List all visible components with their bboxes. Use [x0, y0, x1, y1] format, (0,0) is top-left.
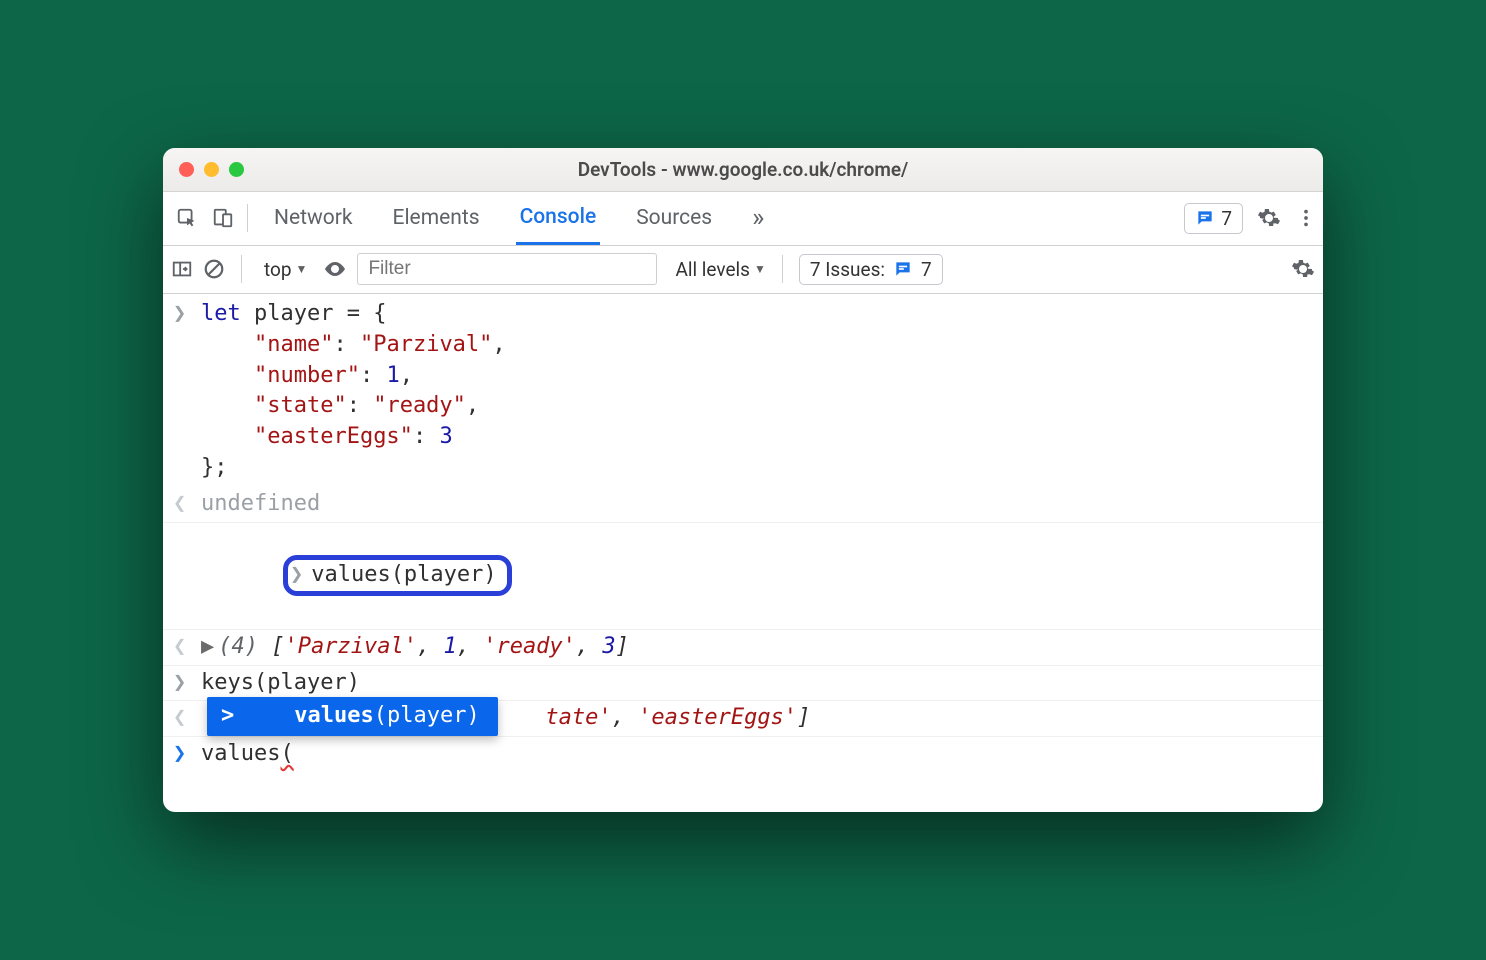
- gutter-spacer: [173, 525, 201, 627]
- tab-network[interactable]: Network: [270, 192, 357, 245]
- filter-input-wrap: [357, 253, 657, 285]
- device-toolbar-icon[interactable]: [205, 207, 241, 229]
- messages-pill[interactable]: 7: [1184, 203, 1243, 234]
- console-sidebar-toggle-icon[interactable]: [171, 258, 193, 280]
- console-output-row[interactable]: ▶(4) ['Parzival', 1, 'ready', 3]: [163, 629, 1323, 665]
- inspect-element-icon[interactable]: [169, 207, 205, 229]
- tab-console[interactable]: Console: [516, 192, 601, 245]
- console-input-row: keys(player): [163, 665, 1323, 701]
- panel-tabs: Network Elements Console Sources »: [270, 192, 768, 245]
- tab-elements[interactable]: Elements: [389, 192, 484, 245]
- separator: [782, 255, 783, 283]
- message-icon: [893, 259, 913, 279]
- window-title: DevTools - www.google.co.uk/chrome/: [163, 158, 1323, 181]
- toolbar-right-group: 7: [1184, 203, 1317, 234]
- issues-pill[interactable]: 7 Issues: 7: [799, 254, 943, 285]
- chevron-down-icon: ▼: [754, 262, 766, 276]
- input-chevron-icon: [173, 668, 201, 699]
- chevron-down-icon: ▼: [296, 262, 308, 276]
- separator: [241, 255, 242, 283]
- live-expression-eye-icon[interactable]: [323, 257, 347, 281]
- output-chevron-icon: [173, 703, 201, 734]
- main-toolbar: Network Elements Console Sources » 7: [163, 192, 1323, 246]
- devtools-window: DevTools - www.google.co.uk/chrome/ Netw…: [163, 148, 1323, 812]
- log-levels-selector[interactable]: All levels ▼: [675, 258, 765, 281]
- output-chevron-icon: [173, 632, 201, 663]
- kebab-menu-icon[interactable]: [1295, 207, 1317, 229]
- console-input-row: let player = { "name": "Parzival", "numb…: [163, 296, 1323, 486]
- clear-console-icon[interactable]: [203, 258, 225, 280]
- console-output-row[interactable]: ▶(4) ['name', 'number', 'state', 'easter…: [163, 700, 1323, 736]
- console-input-row-highlighted: ❯values(player): [163, 522, 1323, 629]
- array-output: ▶(4) ['Parzival', 1, 'ready', 3]: [201, 632, 1309, 663]
- console-output-row: undefined: [163, 486, 1323, 522]
- message-icon: [1195, 208, 1215, 228]
- undefined-output: undefined: [201, 489, 1309, 520]
- prompt-chevron-icon: [173, 739, 201, 770]
- issues-label: 7 Issues:: [810, 258, 885, 281]
- console-output[interactable]: let player = { "name": "Parzival", "numb…: [163, 294, 1323, 812]
- messages-count: 7: [1221, 207, 1232, 230]
- context-label: top: [264, 258, 292, 281]
- filter-input[interactable]: [357, 253, 657, 285]
- issues-count: 7: [921, 258, 932, 281]
- input-chevron-icon: [173, 299, 201, 484]
- code-line: keys(player): [201, 668, 1309, 699]
- live-input[interactable]: values(: [201, 739, 1309, 770]
- tab-overflow-icon[interactable]: »: [748, 192, 768, 245]
- context-selector[interactable]: top ▼: [258, 258, 313, 281]
- settings-gear-icon[interactable]: [1257, 206, 1281, 230]
- console-filter-bar: top ▼ All levels ▼ 7 Issues: 7: [163, 246, 1323, 294]
- code-line: let player = { "name": "Parzival", "numb…: [201, 299, 1309, 484]
- levels-label: All levels: [675, 258, 750, 281]
- console-settings-gear-icon[interactable]: [1291, 257, 1315, 281]
- highlight-annotation: ❯values(player): [283, 555, 512, 596]
- output-chevron-icon: [173, 489, 201, 520]
- tab-sources[interactable]: Sources: [632, 192, 716, 245]
- titlebar: DevTools - www.google.co.uk/chrome/: [163, 148, 1323, 192]
- autocomplete-suggestion[interactable]: >values(player): [207, 697, 498, 736]
- console-live-input-row[interactable]: values(: [163, 736, 1323, 772]
- expand-caret-icon[interactable]: ▶: [201, 632, 214, 663]
- separator: [247, 204, 248, 232]
- suggestion-chevron-icon: >: [221, 703, 234, 728]
